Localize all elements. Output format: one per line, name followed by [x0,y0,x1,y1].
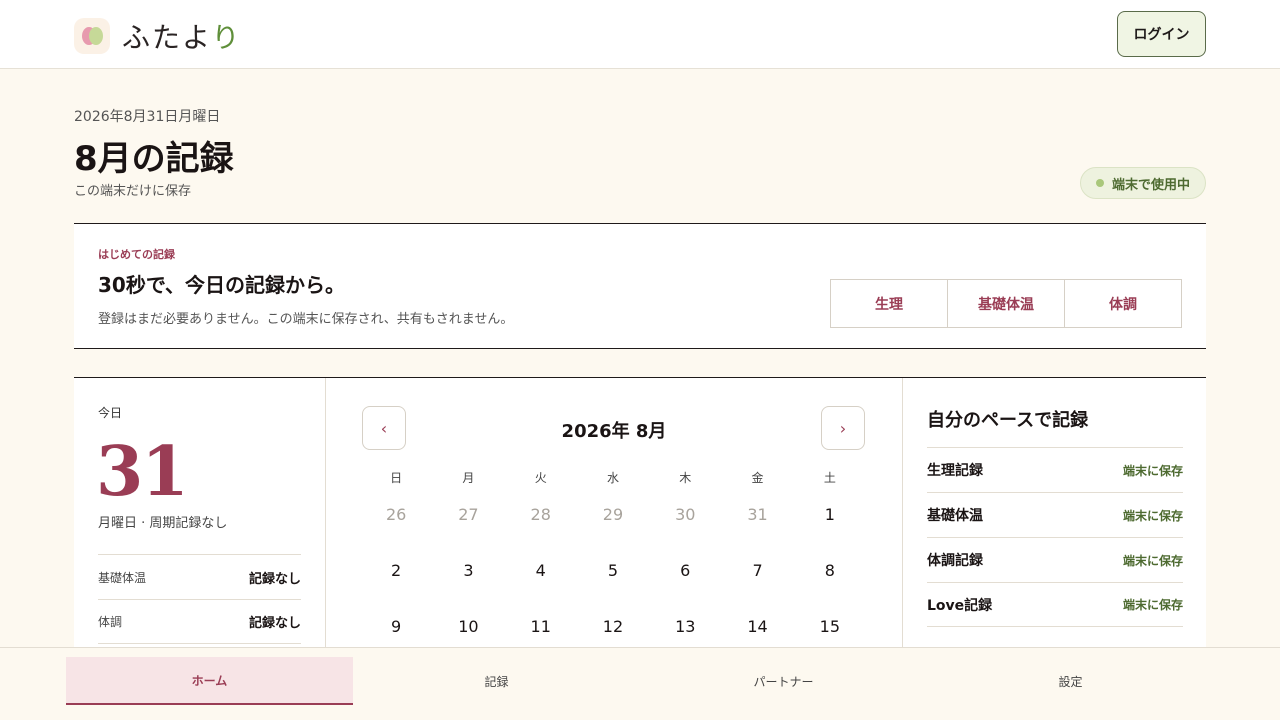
weekday-label: 日 [390,471,403,485]
calendar-day[interactable]: 6 [649,558,721,614]
calendar-day[interactable]: 2 [360,558,432,614]
status-dot-icon [1095,179,1104,187]
record-type-label: 体調記録 [927,553,983,569]
tab-home[interactable]: ホーム [66,657,353,705]
calendar-day[interactable]: 28 [505,502,577,558]
record-type-storage: 端末に保存 [1122,463,1183,478]
today-day-number: 31 [96,432,189,512]
onboarding-kicker: はじめての記録 [98,248,175,261]
today-label: 今日 [98,406,123,420]
record-types-title: 自分のペースで記録 [927,410,1089,431]
calendar-day[interactable]: 29 [577,502,649,558]
today-summary: 今日 31 月曜日 · 周期記録なし 基礎体温 記録なし 体調 記録なし [74,378,326,658]
calendar-next-button[interactable]: › [821,406,865,450]
weekday-label: 土 [823,471,836,485]
app-logo[interactable]: ふたより [74,16,241,56]
quick-record-temperature-button[interactable]: 基礎体温 [948,280,1065,327]
onboarding-card: はじめての記録 30秒で、今日の記録から。 登録はまだ必要ありません。この端末に… [74,223,1206,349]
record-type-love[interactable]: Love記録 端末に保存 [927,582,1183,627]
calendar-day[interactable]: 5 [577,558,649,614]
calendar: ‹ 2026年 8月 › 日 月 火 水 木 金 土 26 27 28 29 3… [326,378,902,658]
quick-record-condition-button[interactable]: 体調 [1065,280,1181,327]
calendar-day[interactable]: 30 [649,502,721,558]
device-status-label: 端末で使用中 [1111,177,1190,193]
calendar-day[interactable]: 7 [721,558,793,614]
futayori-logo-icon [74,18,110,54]
today-subtitle: 月曜日 · 周期記録なし [98,516,228,531]
today-row-value: 記録なし [248,571,301,587]
page-subtitle: この端末だけに保存 [74,184,192,199]
weekday-label: 水 [606,471,619,485]
chevron-right-icon: › [839,418,847,438]
app-name: ふたより [122,21,242,54]
calendar-day[interactable]: 3 [432,558,504,614]
quick-record-period-button[interactable]: 生理 [831,280,948,327]
calendar-days: 26 27 28 29 30 31 1 2 3 4 5 6 7 8 9 10 1… [360,502,866,670]
calendar-day[interactable]: 26 [360,502,432,558]
record-type-label: Love記録 [927,597,993,614]
calendar-day[interactable]: 4 [505,558,577,614]
today-row-key: 基礎体温 [98,570,147,585]
today-row-key: 体調 [98,615,123,629]
record-type-label: 生理記録 [927,463,983,479]
calendar-day[interactable]: 1 [794,502,866,558]
app-header: ふたより ログイン [0,0,1280,69]
bottom-tab-bar: ホーム 記録 パートナー 設定 [0,647,1280,720]
onboarding-title: 30秒で、今日の記録から。 [98,273,346,297]
weekday-label: 月 [462,471,475,485]
record-type-label: 基礎体温 [927,508,983,524]
record-type-storage: 端末に保存 [1122,508,1183,523]
today-row-condition[interactable]: 体調 記録なし [98,599,301,644]
tab-partner[interactable]: パートナー [640,657,927,705]
weekday-label: 木 [679,471,692,485]
today-row-temperature[interactable]: 基礎体温 記録なし [98,554,301,599]
weekday-label: 金 [751,471,764,485]
quick-record-buttons: 生理 基礎体温 体調 [830,279,1182,328]
tab-records[interactable]: 記録 [353,657,640,705]
calendar-day[interactable]: 31 [721,502,793,558]
record-type-storage: 端末に保存 [1122,598,1183,612]
onboarding-description: 登録はまだ必要ありません。この端末に保存され、共有もされません。 [98,312,514,327]
page-title: 8月の記録 [74,139,234,179]
tab-settings[interactable]: 設定 [927,657,1214,705]
calendar-month-title: 2026年 8月 [561,421,667,442]
calendar-day[interactable]: 8 [794,558,866,614]
record-type-period[interactable]: 生理記録 端末に保存 [927,447,1183,492]
weekday-label: 火 [534,471,547,485]
today-row-value: 記録なし [248,616,301,631]
current-date: 2026年8月31日月曜日 [74,109,221,125]
record-types-panel: 自分のペースで記録 生理記録 端末に保存 基礎体温 端末に保存 体調記録 端末に… [902,378,1206,658]
device-status-badge: 端末で使用中 [1080,167,1206,199]
calendar-week: 2 3 4 5 6 7 8 [360,558,866,614]
login-button[interactable]: ログイン [1117,11,1206,57]
calendar-day[interactable]: 27 [432,502,504,558]
calendar-weekday-header: 日 月 火 水 木 金 土 [360,466,866,490]
record-type-storage: 端末に保存 [1122,553,1183,568]
main-panel: 今日 31 月曜日 · 周期記録なし 基礎体温 記録なし 体調 記録なし ‹ 2… [74,377,1206,658]
calendar-week: 26 27 28 29 30 31 1 [360,502,866,558]
record-type-condition[interactable]: 体調記録 端末に保存 [927,537,1183,582]
record-type-temperature[interactable]: 基礎体温 端末に保存 [927,492,1183,537]
